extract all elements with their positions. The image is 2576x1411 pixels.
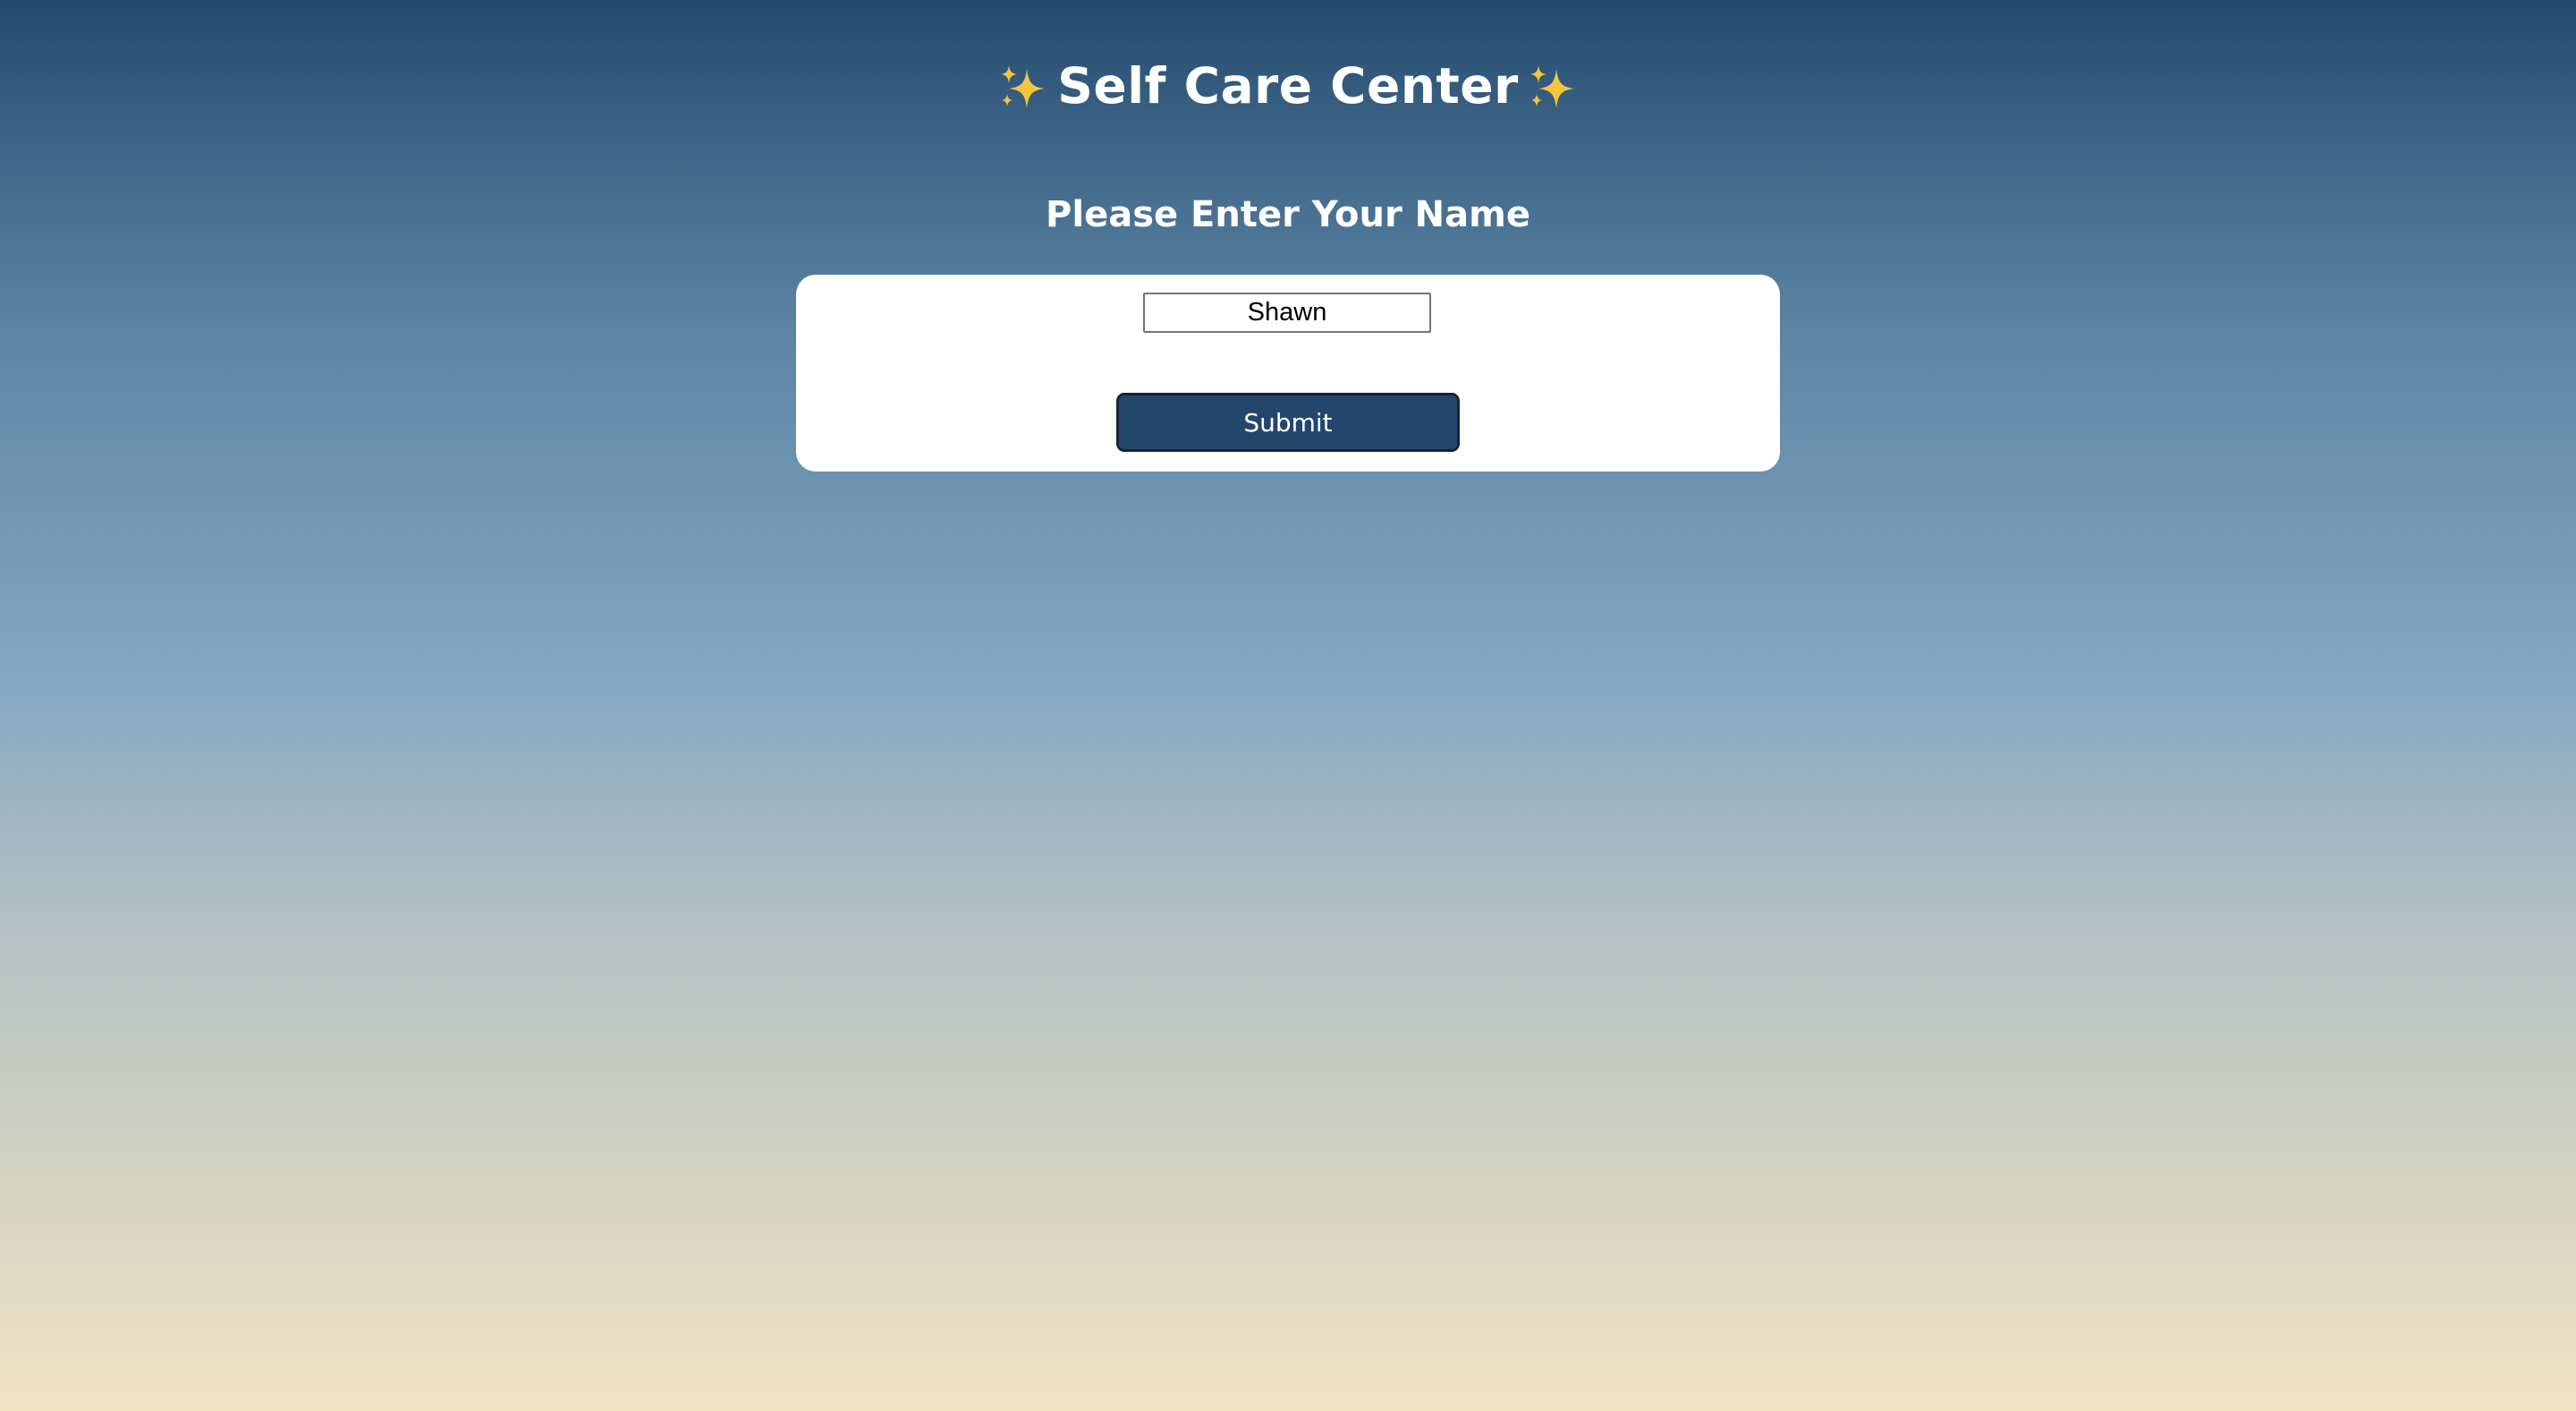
name-input[interactable]	[1143, 293, 1431, 333]
page-title: Self Care Center	[1057, 57, 1519, 115]
name-form-card: Submit	[796, 275, 1780, 472]
app-header: Self Care Center	[0, 52, 2576, 120]
name-prompt: Please Enter Your Name	[1046, 194, 1530, 235]
submit-button[interactable]: Submit	[1116, 393, 1460, 452]
sparkles-icon	[998, 61, 1048, 111]
sparkles-icon	[1528, 61, 1578, 111]
